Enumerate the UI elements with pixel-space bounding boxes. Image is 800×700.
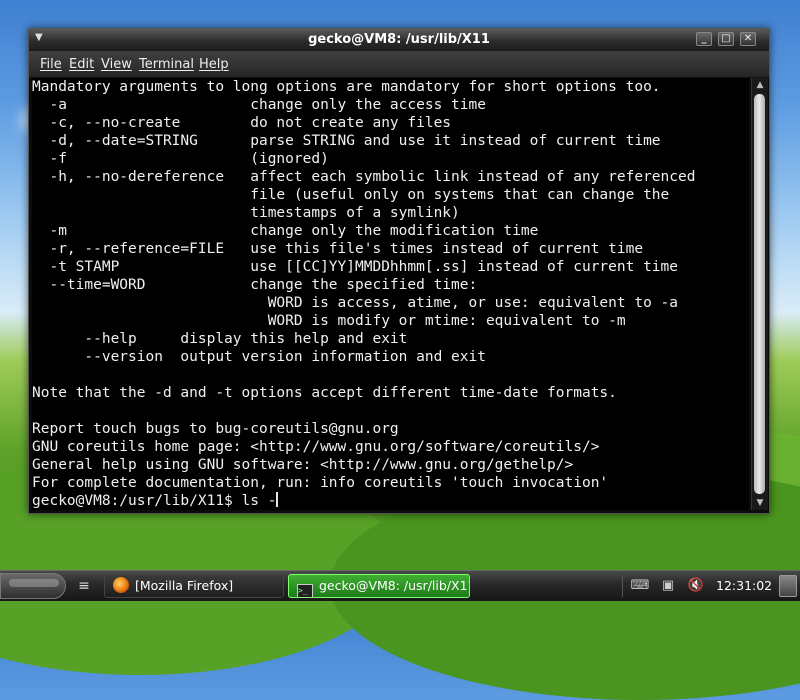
terminal-line: Note that the -d and -t options accept d… [32, 385, 617, 401]
menu-help[interactable]: Help [199, 57, 229, 72]
maximize-button[interactable]: □ [718, 32, 734, 46]
show-desktop-button[interactable] [779, 575, 797, 597]
terminal-prompt: gecko@VM8:/usr/lib/X11$ ls - [32, 493, 277, 509]
terminal-line: -c, --no-create do not create any files [32, 115, 452, 131]
volume-muted-icon[interactable]: 🔇 [686, 576, 706, 596]
menu-view[interactable]: View [101, 57, 132, 72]
taskbar-item-label: [Mozilla Firefox] [135, 578, 234, 593]
terminal-line: -a change only the access time [32, 97, 486, 113]
taskbar-item-terminal[interactable]: >_ gecko@VM8: /usr/lib/X11 [288, 574, 470, 598]
menu-file[interactable]: File [40, 57, 62, 72]
terminal-line: -h, --no-dereference affect each symboli… [32, 169, 696, 185]
tray-separator [622, 575, 623, 597]
terminal-line: --help display this help and exit [32, 331, 408, 347]
clock[interactable]: 12:31:02 [716, 578, 772, 593]
terminal-line: -f (ignored) [32, 151, 329, 167]
minimize-button[interactable]: _ [696, 32, 712, 46]
terminal-window: ▼ gecko@VM8: /usr/lib/X11 _ □ ✕ File Edi… [28, 28, 770, 514]
window-title: gecko@VM8: /usr/lib/X11 [308, 32, 490, 47]
terminal-line: file (useful only on systems that can ch… [32, 187, 670, 203]
terminal-line: General help using GNU software: <http:/… [32, 457, 574, 473]
terminal-line: -d, --date=STRING parse STRING and use i… [32, 133, 661, 149]
terminal-scrollbar[interactable]: ▲ ▼ [751, 78, 768, 510]
window-titlebar[interactable]: ▼ gecko@VM8: /usr/lib/X11 _ □ ✕ [29, 29, 769, 51]
terminal-line: -m change only the modification time [32, 223, 539, 239]
taskbar: ≡ [Mozilla Firefox] >_ gecko@VM8: /usr/li… [0, 570, 800, 601]
menu-edit[interactable]: Edit [69, 57, 94, 72]
close-button[interactable]: ✕ [740, 32, 756, 46]
scrollbar-thumb[interactable] [754, 94, 765, 494]
start-menu-button[interactable] [0, 573, 66, 599]
menu-terminal[interactable]: Terminal [139, 57, 194, 72]
taskbar-item-firefox[interactable]: [Mozilla Firefox] [104, 574, 284, 598]
terminal-output[interactable]: Mandatory arguments to long options are … [32, 78, 749, 510]
terminal-line: timestamps of a symlink) [32, 205, 460, 221]
terminal-line: WORD is modify or mtime: equivalent to -… [32, 313, 626, 329]
scroll-down-icon[interactable]: ▼ [752, 496, 768, 510]
network-icon[interactable]: ▣ [658, 576, 678, 596]
keyboard-icon[interactable]: ⌨ [630, 576, 650, 596]
quick-launch-icon[interactable]: ≡ [72, 574, 96, 598]
terminal-line: -r, --reference=FILE use this file's tim… [32, 241, 644, 257]
terminal-prompt-line[interactable]: gecko@VM8:/usr/lib/X11$ ls - [32, 492, 279, 510]
terminal-line: For complete documentation, run: info co… [32, 475, 609, 491]
terminal-line: -t STAMP use [[CC]YY]MMDDhhmm[.ss] inste… [32, 259, 679, 275]
terminal-line: --time=WORD change the specified time: [32, 277, 478, 293]
terminal-icon: >_ [297, 584, 313, 597]
terminal-line: WORD is access, atime, or use: equivalen… [32, 295, 679, 311]
terminal-line: Report touch bugs to bug-coreutils@gnu.o… [32, 421, 399, 437]
menu-bar: File Edit View Terminal Help [29, 51, 769, 78]
terminal-line: Mandatory arguments to long options are … [32, 79, 661, 95]
taskbar-item-label: gecko@VM8: /usr/lib/X11 [319, 578, 470, 593]
firefox-icon [113, 577, 129, 593]
scroll-up-icon[interactable]: ▲ [752, 78, 768, 92]
terminal-line: GNU coreutils home page: <http://www.gnu… [32, 439, 600, 455]
text-cursor [276, 492, 279, 507]
terminal-line: --version output version information and… [32, 349, 486, 365]
